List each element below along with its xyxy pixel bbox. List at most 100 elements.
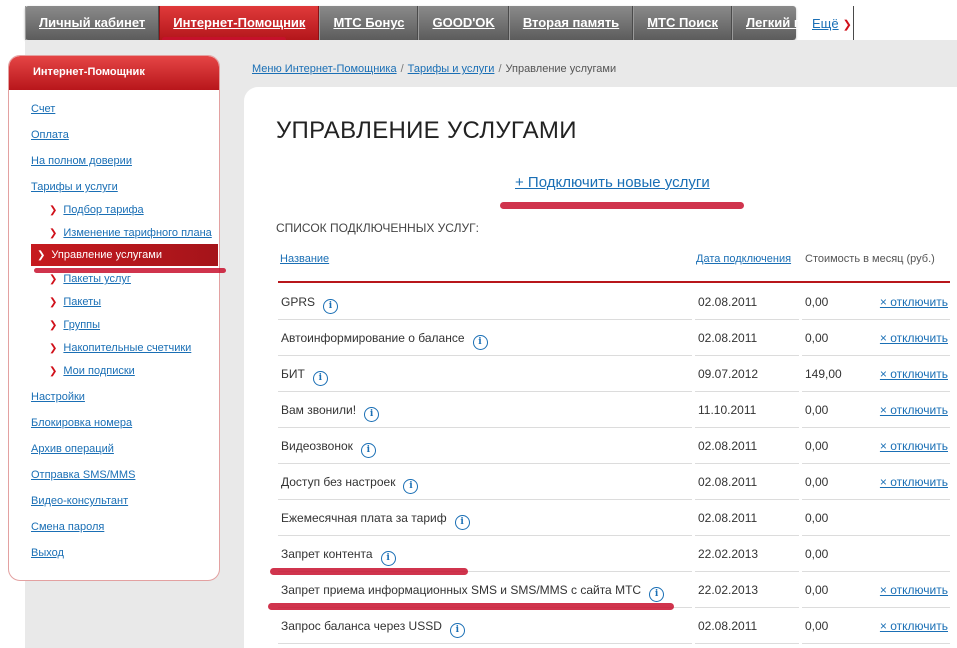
table-row: БИТ i 09.07.2012 149,00 × отключить: [278, 356, 950, 392]
disconnect-link[interactable]: × отключить: [880, 331, 948, 345]
cost-cell: 0,00 × отключить: [802, 392, 950, 428]
date-cell: 02.08.2011: [695, 428, 799, 464]
nav-tab-goodok[interactable]: GOOD'OK: [418, 6, 509, 40]
nav-tab-mts-search[interactable]: МТС Поиск: [633, 6, 732, 40]
breadcrumb: Меню Интернет-Помощника / Тарифы и услуги /…: [252, 63, 616, 75]
sidebar-subitem-subscriptions[interactable]: ❯ Мои подписки: [49, 365, 135, 377]
sidebar-subitem-tariff-selection[interactable]: ❯ Подбор тарифа: [49, 204, 144, 216]
disconnect-link[interactable]: × отключить: [880, 403, 948, 417]
more-label[interactable]: Ещё: [812, 16, 839, 31]
service-name-text: Ежемесячная плата за тариф: [281, 511, 447, 525]
service-cost: 0,00: [805, 511, 829, 525]
service-name: Запрет контента i: [281, 547, 396, 566]
page-title: УПРАВЛЕНИЕ УСЛУГАМИ: [276, 117, 577, 144]
service-name-text: Запрет контента: [281, 547, 373, 561]
sidebar-item-block-number[interactable]: Блокировка номера: [31, 417, 132, 429]
sidebar-item-video-consultant[interactable]: Видео-консультант: [31, 495, 128, 507]
table-row: Вам звонили! i 11.10.2011 0,00 × отключить: [278, 392, 950, 428]
cost-cell: 0,00 × отключить: [802, 608, 950, 644]
date-cell: 11.10.2011: [695, 392, 799, 428]
table-header-divider: [278, 281, 950, 283]
sidebar-subitem-change-plan[interactable]: ❯ Изменение тарифного плана: [49, 227, 212, 239]
info-icon[interactable]: i: [403, 479, 419, 494]
arrow-icon: ❯: [49, 343, 58, 354]
sidebar-subitem-service-packages[interactable]: ❯ Пакеты услуг: [49, 273, 131, 285]
sidebar-item-payment[interactable]: Оплата: [31, 129, 69, 141]
sidebar-subitem-counters[interactable]: ❯ Накопительные счетчики: [49, 342, 191, 354]
breadcrumb-tariffs[interactable]: Тарифы и услуги: [408, 63, 495, 75]
service-name-text: БИТ: [281, 367, 305, 381]
arrow-icon: ❯: [49, 297, 58, 308]
breadcrumb-current: Управление услугами: [505, 63, 617, 75]
nav-tab-personal-cabinet[interactable]: Личный кабинет: [25, 6, 160, 40]
cost-cell: 0,00 × отключить: [802, 572, 950, 608]
service-cost: 0,00: [805, 547, 829, 561]
info-icon[interactable]: i: [360, 443, 376, 458]
sidebar-item-operations-archive[interactable]: Архив операций: [31, 443, 114, 455]
sidebar-item-settings[interactable]: Настройки: [31, 391, 85, 403]
info-icon[interactable]: i: [364, 407, 380, 422]
disconnect-link[interactable]: × отключить: [880, 619, 948, 633]
nav-tab-second-memory[interactable]: Вторая память: [508, 6, 634, 40]
info-icon[interactable]: i: [380, 551, 396, 566]
info-icon[interactable]: i: [454, 515, 470, 530]
service-cost: 0,00: [805, 331, 829, 345]
date-cell: 22.02.2013: [695, 572, 799, 608]
more-menu-link[interactable]: Ещё ❯: [812, 16, 852, 31]
service-date: 22.02.2013: [698, 547, 759, 561]
service-date: 02.08.2011: [698, 295, 758, 309]
add-services-link[interactable]: + Подключить новые услуги: [515, 174, 710, 191]
disconnect-link[interactable]: × отключить: [880, 475, 948, 489]
sidebar-subitem-label: Накопительные счетчики: [63, 342, 192, 354]
service-date: 09.07.2012: [698, 367, 759, 381]
info-icon[interactable]: i: [449, 623, 465, 638]
breadcrumb-menu[interactable]: Меню Интернет-Помощника: [252, 63, 397, 75]
info-icon[interactable]: i: [312, 371, 328, 386]
disconnect-link[interactable]: × отключить: [880, 439, 948, 453]
sidebar-item-change-password[interactable]: Смена пароля: [31, 521, 104, 533]
service-cost: 0,00: [805, 619, 829, 633]
column-header-name[interactable]: Название: [280, 253, 329, 265]
service-name-cell: Запрет контента i: [278, 536, 692, 572]
info-icon[interactable]: i: [323, 299, 339, 314]
date-cell: 02.08.2011: [695, 500, 799, 536]
annotation-scribble: [270, 568, 468, 575]
annotation-scribble: [268, 603, 674, 610]
service-name-cell: Доступ без настроек i: [278, 464, 692, 500]
service-name-text: GPRS: [281, 295, 316, 309]
service-date: 02.08.2011: [698, 439, 758, 453]
sidebar-item-account[interactable]: Счет: [31, 103, 55, 115]
sidebar-subitem-groups[interactable]: ❯ Группы: [49, 319, 100, 331]
service-name-cell: Видеозвонок i: [278, 428, 692, 464]
info-icon[interactable]: i: [472, 335, 488, 350]
sidebar-item-send-sms-mms[interactable]: Отправка SMS/MMS: [31, 469, 135, 481]
sidebar-subitem-label: Пакеты услуг: [63, 273, 131, 285]
annotation-scribble: [34, 268, 226, 273]
date-cell: 02.08.2011: [695, 320, 799, 356]
service-date: 02.08.2011: [698, 619, 758, 633]
column-header-date[interactable]: Дата подключения: [696, 253, 791, 265]
sidebar-item-logout[interactable]: Выход: [31, 547, 64, 559]
service-cost: 149,00: [805, 367, 842, 381]
sidebar-item-tariffs-services[interactable]: Тарифы и услуги: [31, 181, 118, 193]
sidebar-subitem-packages[interactable]: ❯ Пакеты: [49, 296, 101, 308]
sidebar-subitem-label: Управление услугами: [51, 249, 162, 261]
service-cost: 0,00: [805, 475, 829, 489]
services-list-caption: СПИСОК ПОДКЛЮЧЕННЫХ УСЛУГ:: [276, 221, 479, 235]
main-panel: УПРАВЛЕНИЕ УСЛУГАМИ + Подключить новые у…: [244, 87, 957, 648]
services-table: GPRS i 02.08.2011 0,00 × отключить Автоинф…: [278, 284, 950, 644]
disconnect-link[interactable]: × отключить: [880, 367, 948, 381]
nav-tab-internet-assistant[interactable]: Интернет-Помощник: [159, 6, 320, 40]
disconnect-link[interactable]: × отключить: [880, 583, 948, 597]
cost-cell: 0,00 × отключить: [802, 464, 950, 500]
info-icon[interactable]: i: [649, 587, 665, 602]
service-name-text: Видеозвонок: [281, 439, 353, 453]
sidebar-item-full-trust[interactable]: На полном доверии: [31, 155, 132, 167]
arrow-icon: ❯: [49, 205, 58, 216]
nav-tab-mts-bonus[interactable]: МТС Бонус: [319, 6, 419, 40]
disconnect-link[interactable]: × отключить: [880, 295, 948, 309]
sidebar-subitem-service-management[interactable]: ❯ Управление услугами: [31, 244, 218, 266]
service-name: Вам звонили! i: [281, 403, 380, 422]
service-cost: 0,00: [805, 403, 829, 417]
table-row: Доступ без настроек i 02.08.2011 0,00 × от…: [278, 464, 950, 500]
